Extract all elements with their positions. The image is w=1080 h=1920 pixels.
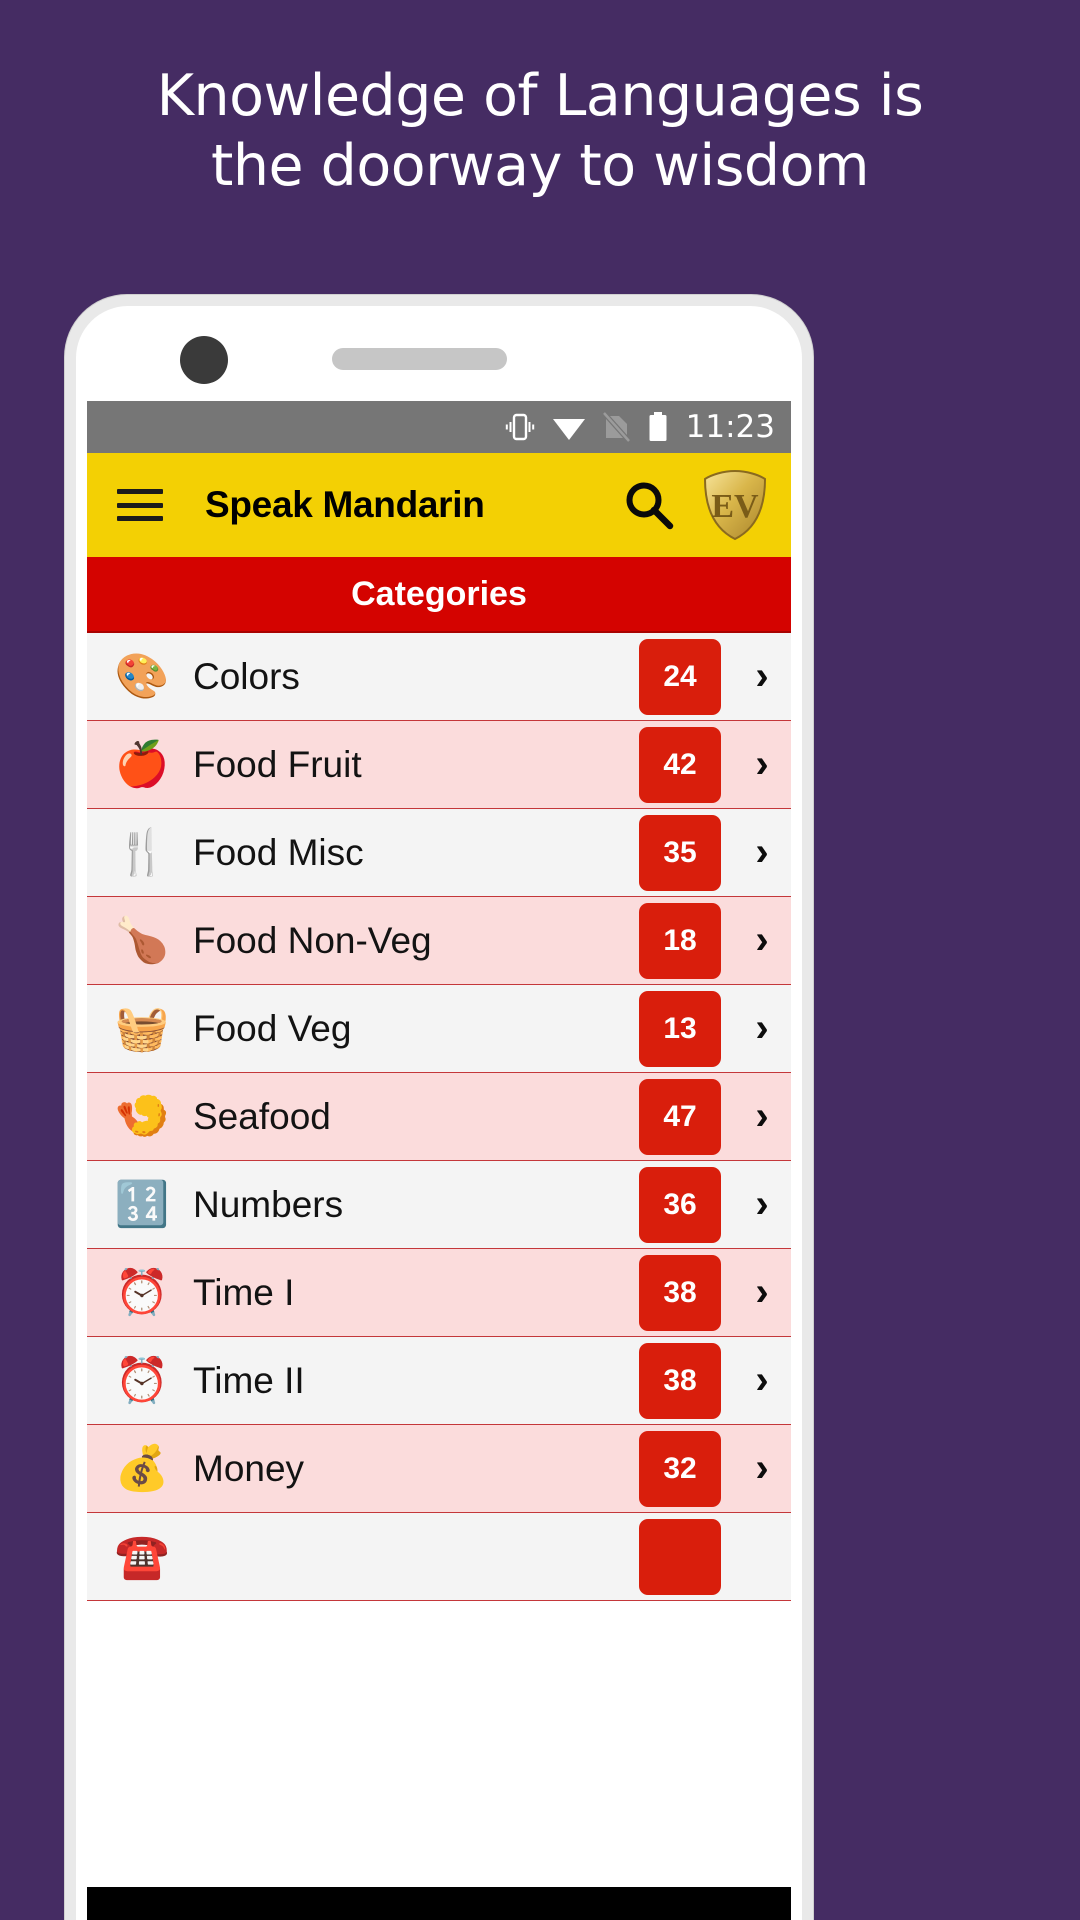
front-camera-icon [180,336,228,384]
alarm-clock-icon: ⏰ [114,1266,170,1318]
category-count-badge: 36 [639,1166,721,1243]
status-bar: 11:23 [87,401,791,453]
system-navigation-bar [87,1887,791,1920]
sim-off-icon [602,411,630,443]
category-label: Food Misc [193,831,364,873]
category-row-food-non-veg[interactable]: 🍗 Food Non-Veg 18 › [87,897,791,985]
promo-headline-line-2: the doorway to wisdom [211,132,870,199]
chevron-right-icon[interactable]: › [739,830,785,875]
search-icon[interactable] [623,479,675,531]
money-bag-icon: 💰 [114,1442,170,1494]
category-label: Time I [193,1271,295,1313]
app-title: Speak Mandarin [205,484,485,525]
category-count-badge: 13 [639,990,721,1067]
chevron-right-icon[interactable]: › [739,1006,785,1051]
category-label: Seafood [193,1095,331,1137]
status-bar-clock: 11:23 [685,409,775,445]
battery-full-icon [647,411,669,443]
category-label: Colors [193,655,300,697]
chevron-right-icon[interactable]: › [739,654,785,699]
telephone-icon: ☎️ [114,1530,170,1582]
palette-icon: 🎨 [114,650,170,702]
category-row-seafood[interactable]: 🍤 Seafood 47 › [87,1073,791,1161]
category-count-badge: 35 [639,814,721,891]
category-row-food-misc[interactable]: 🍴 Food Misc 35 › [87,809,791,897]
categories-section-header: Categories [87,557,791,633]
cutlery-icon: 🍴 [114,826,170,878]
category-count-badge: 18 [639,902,721,979]
poultry-icon: 🍗 [114,914,170,966]
category-label: Money [193,1447,305,1489]
category-count-badge: 24 [639,638,721,715]
phone-mockup-frame: 11:23 Speak Mandarin EV Categories 🎨 Col… [65,295,813,1920]
vibrate-icon [505,411,535,443]
numbers-icon: 🔢 [114,1178,170,1230]
category-row-time-1[interactable]: ⏰ Time I 38 › [87,1249,791,1337]
apple-icon: 🍎 [114,738,170,790]
chevron-right-icon[interactable]: › [739,1094,785,1139]
category-count-badge: 47 [639,1078,721,1155]
category-row-colors[interactable]: 🎨 Colors 24 › [87,633,791,721]
category-count-badge: 38 [639,1254,721,1331]
app-bar: Speak Mandarin EV [87,453,791,557]
category-label: Food Fruit [193,743,362,785]
alarm-clock-icon: ⏰ [114,1354,170,1406]
chevron-right-icon[interactable]: › [739,742,785,787]
category-count-badge [639,1518,721,1595]
category-label: Food Non-Veg [193,919,432,961]
category-label: Food Veg [193,1007,352,1049]
svg-text:EV: EV [711,488,759,525]
category-row-food-fruit[interactable]: 🍎 Food Fruit 42 › [87,721,791,809]
category-row-time-2[interactable]: ⏰ Time II 38 › [87,1337,791,1425]
phone-inner-body: 11:23 Speak Mandarin EV Categories 🎨 Col… [76,306,802,1920]
ev-shield-logo[interactable]: EV [701,469,769,541]
category-row-partial[interactable]: ☎️ [87,1513,791,1601]
category-row-money[interactable]: 💰 Money 32 › [87,1425,791,1513]
phone-screen: 11:23 Speak Mandarin EV Categories 🎨 Col… [87,401,791,1920]
vegetables-icon: 🧺 [114,1002,170,1054]
earpiece-speaker [332,348,507,370]
category-list: 🎨 Colors 24 › 🍎 Food Fruit 42 › 🍴 Food M… [87,633,791,1601]
category-label: Time II [193,1359,305,1401]
chevron-right-icon[interactable]: › [739,1446,785,1491]
chevron-right-icon[interactable]: › [739,918,785,963]
seafood-icon: 🍤 [114,1090,170,1142]
category-count-badge: 42 [639,726,721,803]
chevron-right-icon[interactable]: › [739,1182,785,1227]
wifi-icon [552,412,586,442]
category-count-badge: 38 [639,1342,721,1419]
chevron-right-icon[interactable]: › [739,1270,785,1315]
category-count-badge: 32 [639,1430,721,1507]
promo-headline: Knowledge of Languages is the doorway to… [0,62,1080,201]
hamburger-menu-icon[interactable] [117,489,163,521]
promo-headline-line-1: Knowledge of Languages is [156,63,924,129]
category-label: Numbers [193,1183,344,1225]
category-row-food-veg[interactable]: 🧺 Food Veg 13 › [87,985,791,1073]
chevron-right-icon[interactable]: › [739,1358,785,1403]
category-row-numbers[interactable]: 🔢 Numbers 36 › [87,1161,791,1249]
